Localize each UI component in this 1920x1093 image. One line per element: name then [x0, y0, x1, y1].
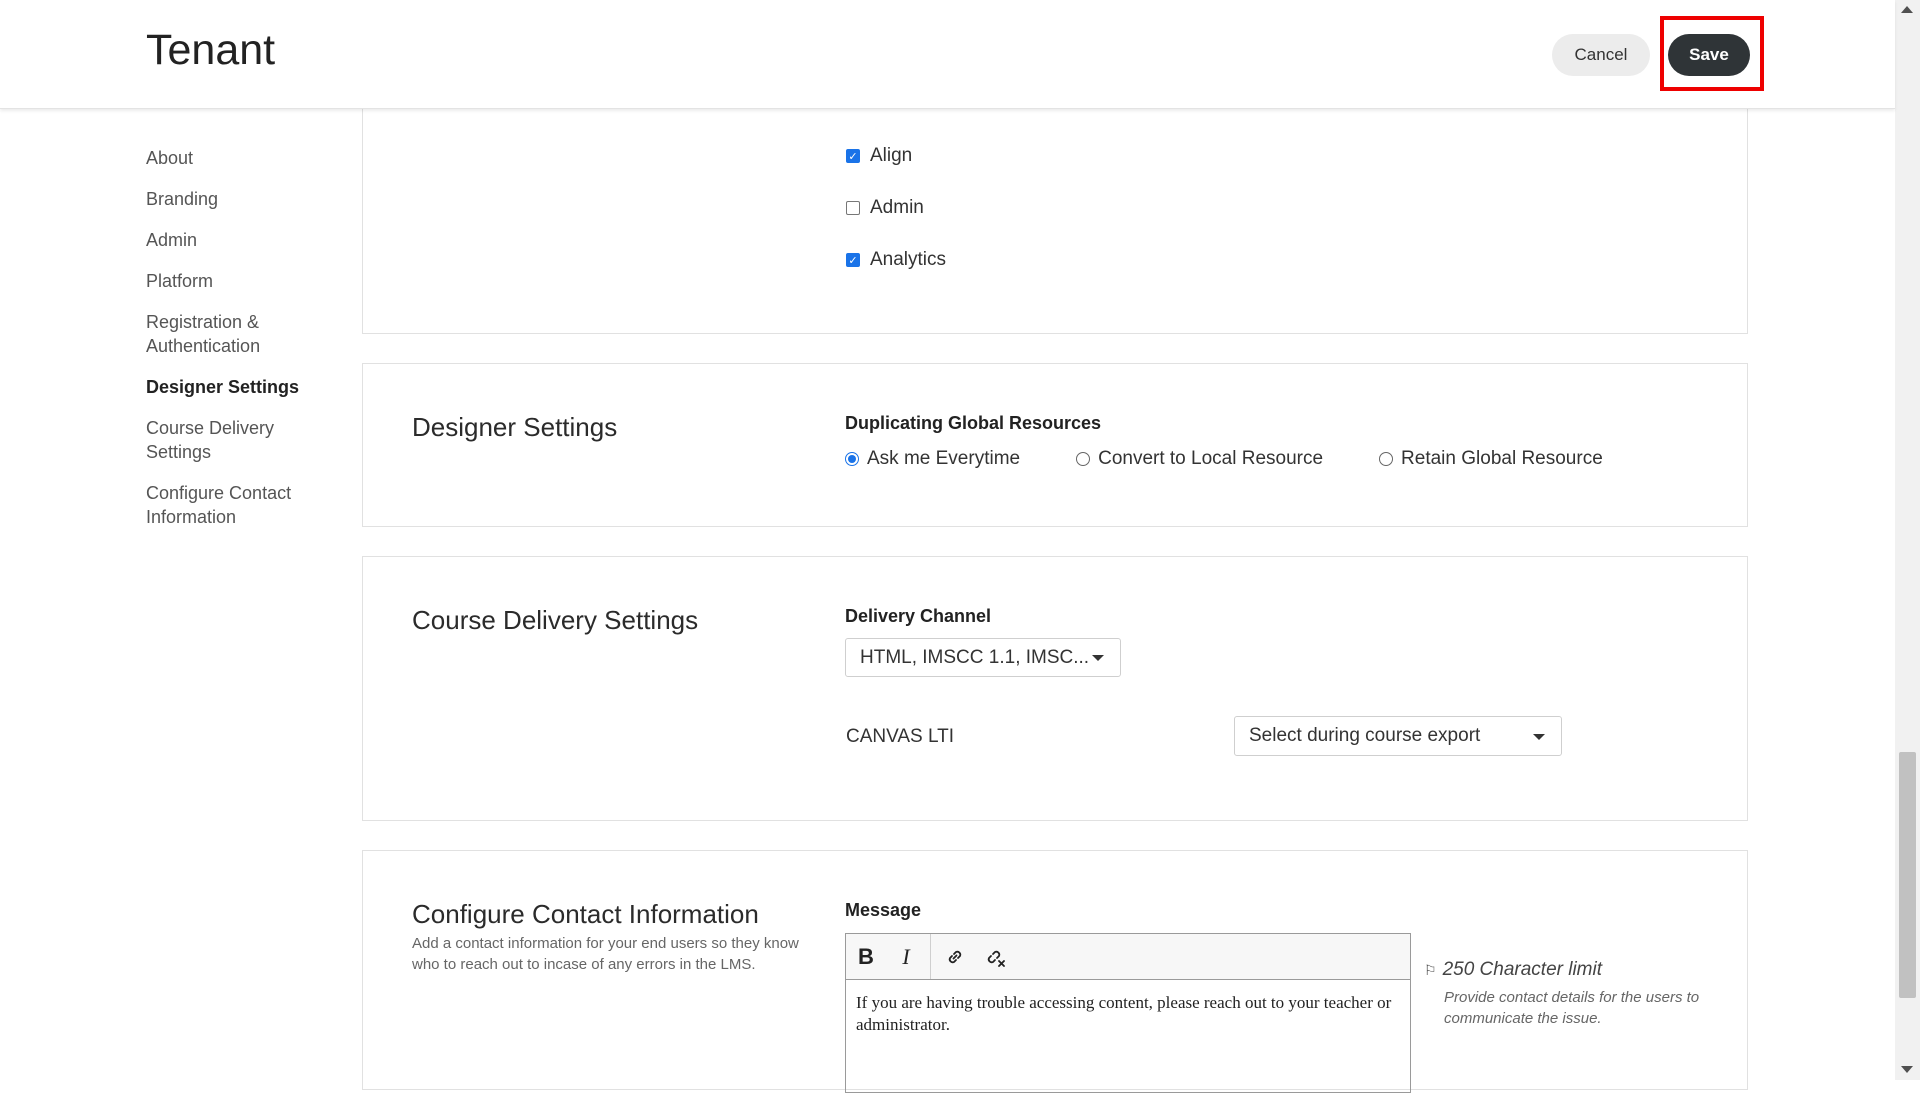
checkbox-checked-icon[interactable]: ✓: [846, 253, 860, 267]
message-text[interactable]: If you are having trouble accessing cont…: [846, 980, 1410, 1048]
scroll-down-arrow-icon[interactable]: [1901, 1066, 1913, 1073]
checkbox-checked-icon[interactable]: ✓: [846, 149, 860, 163]
canvas-lti-dropdown[interactable]: Select during course export: [1234, 716, 1562, 756]
radio-option-retain[interactable]: Retain Global Resource: [1379, 448, 1603, 470]
page-title: Tenant: [146, 26, 276, 74]
message-label: Message: [845, 900, 922, 920]
radio-label: Convert to Local Resource: [1098, 448, 1324, 469]
checkbox-label: Admin: [870, 197, 924, 218]
radio-unselected-icon[interactable]: [1076, 452, 1091, 466]
character-limit-text: 250 Character limit: [1442, 959, 1603, 980]
radio-unselected-icon[interactable]: [1379, 452, 1394, 466]
top-header: Tenant Cancel Save: [0, 0, 1895, 109]
caret-down-icon: [1533, 734, 1545, 740]
delivery-channel-label: Delivery Channel: [845, 606, 992, 626]
sidebar-item-registration-authentication[interactable]: Registration & Authentication: [146, 310, 296, 358]
sidebar-nav: About Branding Admin Platform Registrati…: [146, 146, 346, 546]
section-title: Configure Contact Information: [412, 899, 759, 929]
checkbox-label: Align: [870, 145, 913, 166]
toolbar-divider: [930, 934, 931, 979]
sidebar-item-designer-settings[interactable]: Designer Settings: [146, 375, 346, 399]
sidebar-item-about[interactable]: About: [146, 146, 346, 170]
radio-label: Retain Global Resource: [1401, 448, 1603, 469]
section-description: Add a contact information for your end u…: [412, 935, 799, 973]
link-icon[interactable]: [935, 934, 975, 979]
checkbox-row-analytics[interactable]: ✓ Analytics: [846, 249, 946, 271]
character-limit-description: Provide contact details for the users to…: [1444, 989, 1700, 1027]
dropdown-value: Select during course export: [1249, 725, 1481, 746]
cancel-button[interactable]: Cancel: [1552, 34, 1650, 76]
vertical-scrollbar[interactable]: [1895, 0, 1920, 1080]
checkbox-unchecked-icon[interactable]: [846, 201, 860, 215]
delivery-channel-dropdown[interactable]: HTML, IMSCC 1.1, IMSC...: [845, 638, 1121, 677]
section-title: Designer Settings: [412, 412, 618, 442]
scrollbar-thumb[interactable]: [1899, 752, 1916, 998]
character-limit-hint: ⚐ 250 Character limit Provide contact de…: [1424, 959, 1724, 1029]
designer-settings-card: Designer Settings Duplicating Global Res…: [362, 363, 1748, 527]
radio-selected-icon[interactable]: [845, 452, 859, 466]
save-button[interactable]: Save: [1668, 34, 1750, 76]
message-rich-text-editor[interactable]: B I If you are having trouble accessing …: [845, 933, 1411, 1093]
course-delivery-settings-card: Course Delivery Settings Delivery Channe…: [362, 556, 1748, 821]
sidebar-item-course-delivery-settings[interactable]: Course Delivery Settings: [146, 416, 296, 464]
checkbox-label: Analytics: [870, 249, 947, 270]
unlink-icon[interactable]: [975, 934, 1015, 979]
editor-toolbar: B I: [846, 934, 1410, 980]
sidebar-item-platform[interactable]: Platform: [146, 269, 346, 293]
caret-down-icon: [1092, 655, 1104, 661]
sidebar-item-branding[interactable]: Branding: [146, 187, 346, 211]
sidebar-item-admin[interactable]: Admin: [146, 228, 346, 252]
bold-icon[interactable]: B: [846, 934, 886, 979]
flag-icon: ⚐: [1424, 961, 1437, 978]
duplicating-global-resources-label: Duplicating Global Resources: [845, 413, 1102, 433]
canvas-lti-label: CANVAS LTI: [846, 726, 955, 747]
contact-information-card: Configure Contact Information Add a cont…: [362, 850, 1748, 1093]
section-title: Course Delivery Settings: [412, 605, 699, 635]
sidebar-item-configure-contact-information[interactable]: Configure Contact Information: [146, 481, 316, 529]
radio-label: Ask me Everytime: [867, 448, 1021, 469]
duplicating-resources-radio-group: Ask me Everytime Convert to Local Resour…: [845, 448, 1659, 470]
radio-option-convert[interactable]: Convert to Local Resource: [1076, 448, 1323, 470]
radio-option-ask[interactable]: Ask me Everytime: [845, 448, 1020, 470]
checkbox-row-admin[interactable]: Admin: [846, 197, 924, 219]
italic-icon[interactable]: I: [886, 934, 926, 979]
checkbox-row-align[interactable]: ✓ Align: [846, 145, 912, 167]
dropdown-value: HTML, IMSCC 1.1, IMSC...: [860, 646, 1090, 668]
scroll-up-arrow-icon[interactable]: [1901, 6, 1913, 13]
